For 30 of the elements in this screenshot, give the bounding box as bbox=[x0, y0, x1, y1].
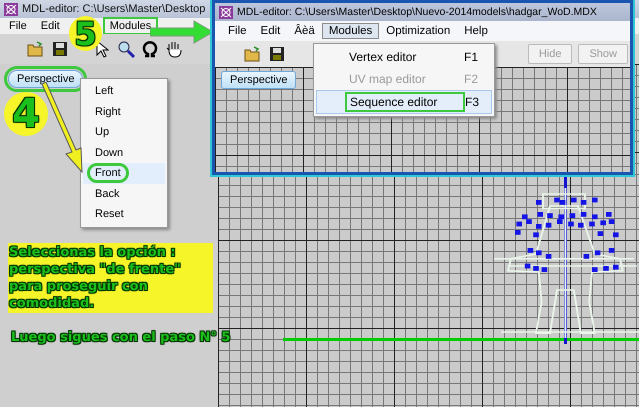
modules-menu-item[interactable]: Sequence editor F3 bbox=[316, 90, 492, 114]
menu-item[interactable]: Modules bbox=[322, 23, 380, 39]
view-menu-item[interactable]: Reset bbox=[83, 204, 165, 224]
menu-item[interactable]: Edit bbox=[254, 23, 288, 39]
view-menu-item[interactable]: Front bbox=[83, 163, 165, 184]
view-menu-item[interactable]: Up bbox=[83, 122, 165, 142]
menu-item[interactable]: File bbox=[221, 23, 254, 39]
instruction-note: Seleccionas la opción : perspectiva "de frente" para proseguir con comodidad. bbox=[8, 243, 213, 313]
save-icon[interactable] bbox=[269, 46, 285, 62]
menu-item[interactable]: File bbox=[2, 17, 34, 35]
view-menu-item[interactable]: Down bbox=[83, 142, 165, 163]
menu-item[interactable]: Âèä bbox=[287, 23, 322, 39]
window-title: MDL-editor: C:\Users\Master\Desktop bbox=[22, 3, 206, 15]
window-title: MDL-editor: C:\Users\Master\Desktop\Nuevo-2014models\hadgar_WoD.MDX bbox=[237, 6, 597, 18]
open-folder-icon[interactable] bbox=[27, 41, 45, 57]
next-step-text: Luego sigues con el paso N° 5 bbox=[10, 329, 232, 347]
view-menu-item[interactable]: Right bbox=[83, 102, 165, 122]
view-menu-item[interactable]: Back bbox=[83, 184, 165, 204]
menu-item[interactable]: Edit bbox=[34, 17, 67, 35]
perspective-button[interactable]: Perspective bbox=[221, 71, 296, 89]
app-icon bbox=[219, 6, 233, 18]
app-icon bbox=[4, 2, 18, 16]
open-folder-icon[interactable] bbox=[244, 46, 262, 62]
magnifier-icon[interactable] bbox=[117, 40, 135, 58]
save-icon[interactable] bbox=[52, 41, 68, 57]
menu-item[interactable]: Optimization bbox=[379, 23, 458, 39]
menu-item[interactable]: Help bbox=[457, 23, 495, 39]
view-menu-item[interactable]: Left bbox=[83, 81, 165, 102]
hand-icon[interactable] bbox=[165, 40, 183, 58]
modules-menu-item[interactable]: Vertex editor F1 bbox=[316, 46, 492, 68]
